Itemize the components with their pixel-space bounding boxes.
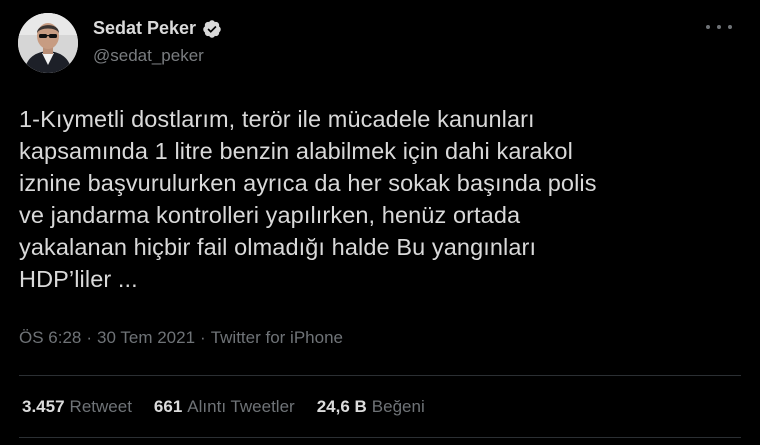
author-name-row[interactable]: Sedat Peker [93, 18, 222, 39]
meta-separator: · [86, 328, 93, 347]
more-dot [728, 25, 732, 29]
author-handle[interactable]: @sedat_peker [93, 46, 204, 66]
tweet-date[interactable]: 30 Tem 2021 [97, 328, 195, 348]
author-display-name[interactable]: Sedat Peker [93, 18, 196, 39]
tweet-text: 1-Kıymetli dostlarım, terör ile mücadele… [19, 106, 597, 292]
profile-photo-icon [18, 13, 78, 73]
meta-separator: · [200, 328, 206, 347]
tweet-source[interactable]: Twitter for iPhone [211, 328, 343, 348]
verified-badge-icon [203, 19, 221, 38]
like-count: 24,6 B [316, 397, 367, 416]
quote-count: 661 [153, 397, 183, 416]
divider [19, 437, 741, 438]
like-label: Beğeni [371, 397, 425, 416]
retweet-count: 3.457 [22, 397, 65, 416]
tweet-meta: ÖS 6:28 · 30 Tem 2021 · Twitter for iPho… [19, 328, 343, 348]
more-dot [717, 25, 721, 29]
likes-stat[interactable]: 24,6 B Beğeni [317, 397, 425, 417]
retweets-stat[interactable]: 3.457 Retweet [22, 397, 132, 417]
divider [19, 375, 741, 376]
tweet-card: Sedat Peker @sedat_peker 1-Kıymetli dost… [0, 0, 760, 445]
engagement-stats: 3.457 Retweet 661 Alıntı Tweetler 24,6 B… [22, 397, 447, 417]
more-dot [706, 25, 710, 29]
avatar[interactable] [18, 13, 78, 73]
retweet-label: Retweet [69, 397, 132, 416]
more-options-icon[interactable] [706, 20, 732, 34]
tweet-time[interactable]: ÖS 6:28 [19, 328, 81, 348]
quote-label: Alıntı Tweetler [187, 397, 295, 416]
quote-tweets-stat[interactable]: 661 Alıntı Tweetler [154, 397, 295, 417]
